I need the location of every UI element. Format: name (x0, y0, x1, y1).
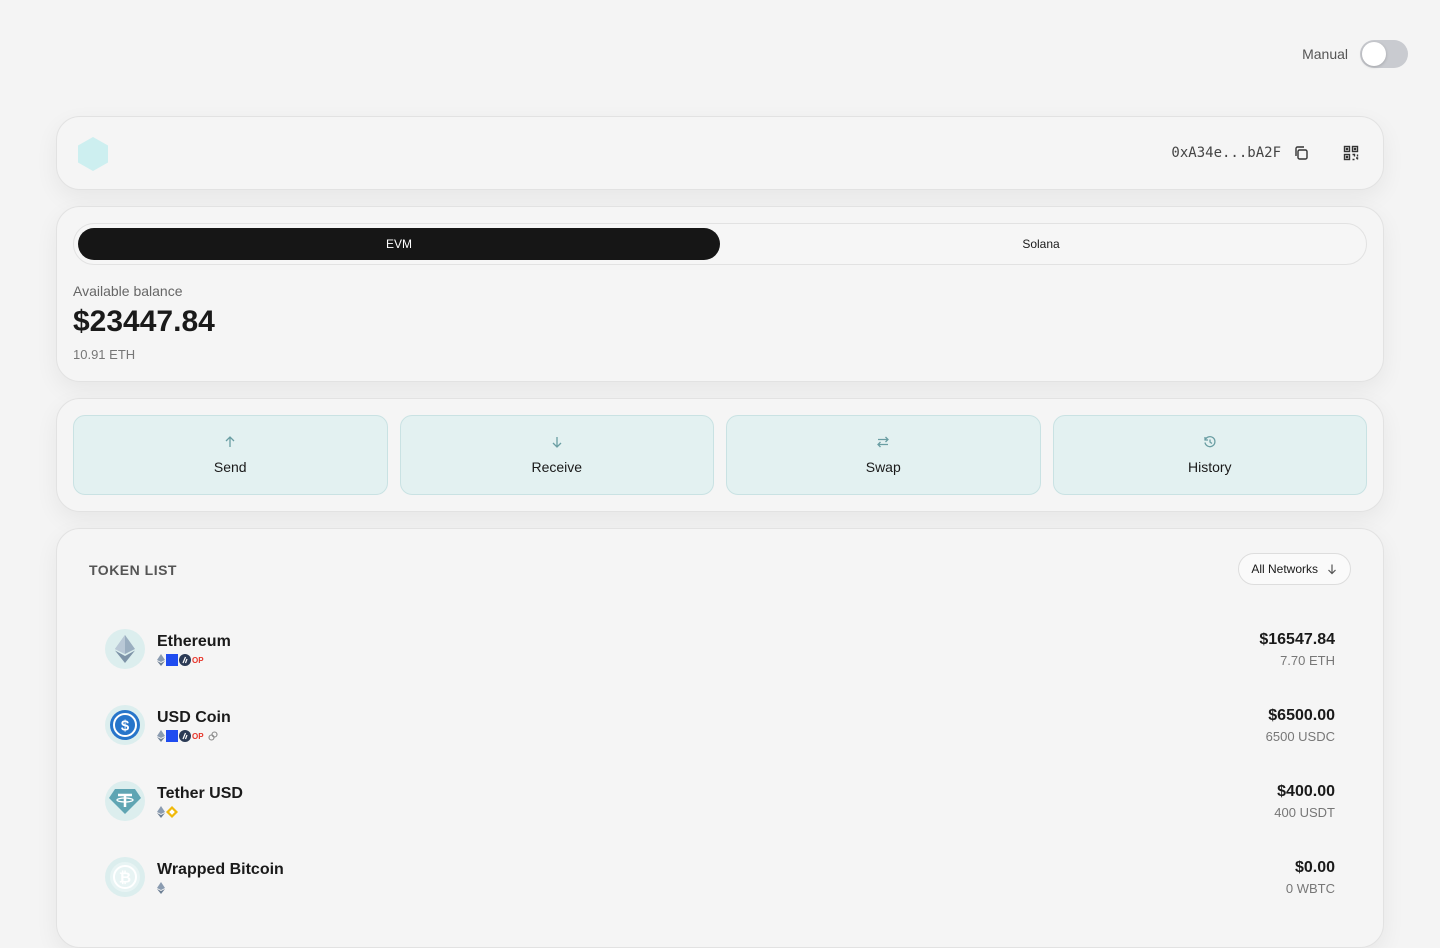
token-amount: 400 USDT (1274, 804, 1335, 820)
action-row: Send Receive Swap History (73, 415, 1367, 495)
token-name: Ethereum (157, 632, 231, 650)
bnb-network-icon (166, 805, 178, 818)
token-name: Wrapped Bitcoin (157, 860, 284, 878)
arbitrum-network-icon (179, 653, 191, 666)
svg-text:OP: OP (192, 732, 204, 741)
token-amount: 6500 USDC (1265, 728, 1335, 744)
token-usd-value: $400.00 (1277, 782, 1335, 800)
wallet-logo-icon (78, 137, 108, 171)
token-amount: 7.70 ETH (1280, 652, 1335, 668)
wallet-address: 0xA34e...bA2F (1171, 145, 1281, 161)
token-list-title: TOKEN LIST (89, 562, 177, 578)
tab-evm[interactable]: EVM (78, 228, 720, 260)
token-row-tether-usd[interactable]: Tether USD $400.00 400 USDT (105, 763, 1335, 839)
optimism-network-icon: OP (192, 732, 204, 741)
token-row-usd-coin[interactable]: $ USD Coin OP $6500.00 6500 USDC (105, 687, 1335, 763)
arbitrum-network-icon (179, 729, 191, 742)
swap-button[interactable]: Swap (726, 415, 1041, 495)
copy-icon[interactable] (1291, 143, 1311, 163)
swap-label: Swap (865, 459, 901, 475)
history-icon (1204, 436, 1216, 448)
network-badges: OP (157, 653, 1259, 666)
chain-selector: EVM Solana (73, 223, 1367, 265)
bitcoin-icon: ₿ (105, 857, 145, 897)
svg-text:OP: OP (192, 656, 204, 665)
network-filter-label: All Networks (1251, 562, 1318, 576)
token-name: USD Coin (157, 708, 231, 726)
base-network-icon (166, 653, 178, 666)
topbar: Manual (1302, 40, 1408, 68)
optimism-network-icon: OP (192, 656, 204, 665)
usdc-icon: $ (105, 705, 145, 745)
balance-usd: $23447.84 (73, 305, 215, 338)
token-usd-value: $0.00 (1294, 858, 1335, 876)
network-badges (157, 881, 1286, 894)
network-filter-dropdown[interactable]: All Networks (1238, 553, 1351, 585)
svg-text:₿: ₿ (119, 870, 131, 887)
send-label: Send (213, 459, 247, 475)
history-label: History (1187, 459, 1232, 475)
ethereum-icon (105, 629, 145, 669)
balance-card: EVM Solana Available balance $23447.84 1… (56, 206, 1384, 382)
token-usd-value: $16547.84 (1259, 630, 1335, 648)
swap-icon (877, 436, 890, 448)
arrow-down-icon (552, 437, 562, 448)
token-name: Tether USD (157, 784, 243, 802)
balance-eth: 10.91 ETH (73, 347, 136, 362)
tether-icon (105, 781, 145, 821)
arrow-up-icon (225, 436, 235, 447)
network-badges: OP (157, 729, 1266, 742)
address-group: 0xA34e...bA2F (1171, 143, 1361, 163)
mode-label: Manual (1302, 46, 1348, 62)
available-balance-label: Available balance (73, 283, 183, 299)
ethereum-network-icon (157, 881, 165, 894)
toggle-knob (1362, 42, 1386, 66)
svg-text:$: $ (121, 718, 130, 735)
chain-link-network-icon (208, 730, 218, 741)
network-badges (157, 805, 1274, 818)
tab-solana[interactable]: Solana (720, 228, 1362, 260)
actions-card: Send Receive Swap History (56, 398, 1384, 512)
receive-button[interactable]: Receive (399, 415, 714, 495)
qr-code-icon[interactable] (1341, 143, 1361, 163)
history-button[interactable]: History (1052, 415, 1367, 495)
arrow-down-icon (1328, 564, 1336, 575)
wallet-header-card: 0xA34e...bA2F (56, 116, 1384, 190)
ethereum-network-icon (157, 805, 165, 818)
token-usd-value: $6500.00 (1268, 706, 1335, 724)
receive-label: Receive (531, 459, 583, 475)
base-network-icon (166, 729, 178, 742)
ethereum-network-icon (157, 653, 165, 666)
token-row-ethereum[interactable]: Ethereum OP $16547.84 7.70 ETH (105, 611, 1335, 687)
token-amount: 0 WBTC (1285, 880, 1335, 896)
token-list-card: TOKEN LIST All Networks Ethereum OP $165… (56, 528, 1384, 948)
send-button[interactable]: Send (73, 415, 388, 495)
token-row-wrapped-bitcoin[interactable]: ₿ Wrapped Bitcoin $0.00 0 WBTC (105, 839, 1335, 915)
manual-toggle[interactable] (1360, 40, 1408, 68)
token-list: Ethereum OP $16547.84 7.70 ETH $ USD Coi… (105, 611, 1335, 915)
ethereum-network-icon (157, 729, 165, 742)
